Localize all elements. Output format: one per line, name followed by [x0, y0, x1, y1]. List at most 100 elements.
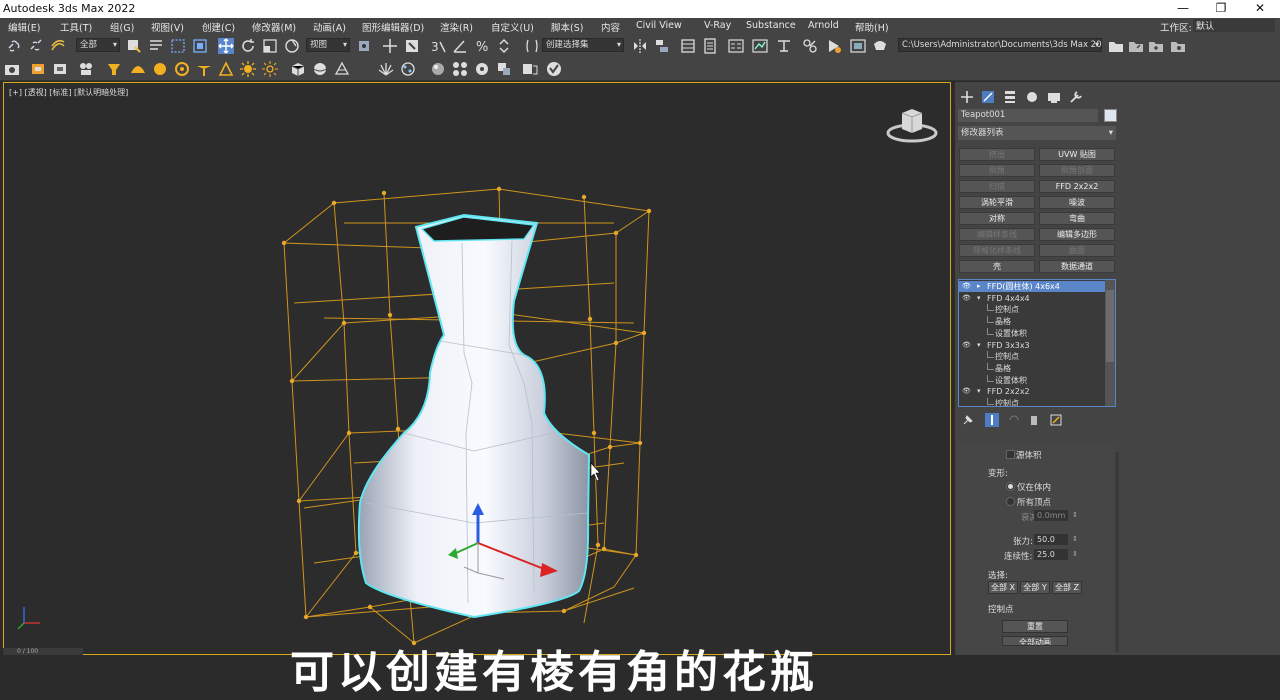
modifier-button[interactable]: 编辑多边形 [1039, 228, 1115, 241]
vray-icon[interactable] [546, 61, 562, 77]
pivot-center-icon[interactable] [356, 38, 372, 54]
material-sphere-icon[interactable] [430, 61, 446, 77]
visibility-eye-icon[interactable]: 👁 [962, 293, 971, 304]
vase-mesh[interactable] [357, 213, 591, 619]
toggle-ribbon-icon[interactable] [702, 38, 718, 54]
menu-views[interactable]: 视图(V) [151, 20, 184, 34]
project-open-icon[interactable] [1128, 38, 1144, 54]
container-icon[interactable] [30, 61, 46, 77]
modifier-button[interactable]: 噪波 [1039, 196, 1115, 209]
show-end-result-icon[interactable] [985, 413, 999, 427]
menu-rendering[interactable]: 渲染(R) [440, 20, 473, 34]
modifier-button[interactable]: 对称 [959, 212, 1035, 225]
material-editor-icon[interactable] [776, 38, 792, 54]
stack-subobject-row[interactable]: 设置体积 [959, 327, 1107, 339]
visibility-eye-icon[interactable]: 👁 [962, 281, 971, 292]
project-folder-dropdown[interactable]: C:\Users\Administrator\Documents\3ds Max… [898, 38, 1102, 52]
sun-light-icon[interactable] [240, 61, 256, 77]
modifier-button[interactable]: 规格化样条线 [959, 244, 1035, 257]
material-browser-icon[interactable] [452, 61, 468, 77]
all-y-button[interactable]: 全部 Y [1020, 581, 1050, 594]
create-tab-icon[interactable] [960, 90, 974, 104]
menu-graph-editors[interactable]: 图形编辑器(D) [362, 20, 424, 34]
visibility-eye-icon[interactable]: 👁 [962, 386, 971, 397]
modifier-button[interactable]: 挤出 [959, 148, 1035, 161]
stack-modifier-row[interactable]: 👁 ▾ FFD 2x2x2 [959, 386, 1107, 397]
menu-help[interactable]: 帮助(H) [855, 20, 889, 34]
curve-editor-icon[interactable] [728, 38, 744, 54]
visibility-eye-icon[interactable]: 👁 [962, 340, 971, 351]
all-x-button[interactable]: 全部 X [988, 581, 1018, 594]
continuity-spinner[interactable]: 25.0 [1034, 549, 1078, 560]
select-object-icon[interactable] [126, 38, 142, 54]
render-production-icon[interactable] [872, 38, 888, 54]
expand-arrow-icon[interactable]: ▾ [977, 386, 981, 397]
menu-modifiers[interactable]: 修改器(M) [252, 20, 296, 34]
all-z-button[interactable]: 全部 Z [1052, 581, 1082, 594]
menu-civil-view[interactable]: Civil View [636, 20, 682, 31]
project-new-icon[interactable] [1148, 38, 1164, 54]
modifier-button[interactable]: 曲面 [1039, 244, 1115, 257]
menu-scripting[interactable]: 脚本(S) [551, 20, 583, 34]
time-slider[interactable]: 0 / 100 [3, 648, 83, 655]
layer-explorer-icon[interactable] [680, 38, 696, 54]
modify-tab-icon[interactable] [981, 90, 995, 104]
named-selection-dropdown[interactable]: 创建选择集 [542, 38, 624, 52]
make-unique-icon[interactable] [1008, 414, 1020, 426]
falloff-spinner[interactable]: 0.0mm [1034, 510, 1078, 521]
menu-arnold[interactable]: Arnold [808, 20, 839, 31]
expand-arrow-icon[interactable]: ▾ [977, 293, 981, 304]
configure-modifier-sets-icon[interactable] [1050, 414, 1062, 426]
modifier-button[interactable]: 倒角剖面 [1039, 164, 1115, 177]
modifier-button[interactable]: 数据通道 [1039, 260, 1115, 273]
object-color-swatch[interactable] [1104, 109, 1117, 122]
edit-named-selection-icon[interactable] [524, 38, 540, 54]
daylight-icon[interactable] [262, 61, 278, 77]
sphere-primitive-icon[interactable] [312, 61, 328, 77]
modifier-stack[interactable]: 👁 ▸ FFD(圆柱体) 4x6x4 👁 ▾ FFD 4x4x4 控制点 晶格 设置体积 👁 ▾ FF… [958, 279, 1116, 407]
skylight-icon[interactable] [130, 61, 146, 77]
close-button[interactable]: ✕ [1245, 1, 1275, 15]
particle-icon[interactable] [400, 61, 416, 77]
directional-light-icon[interactable] [196, 61, 212, 77]
stack-subobject-row[interactable]: 设置体积 [959, 374, 1107, 386]
mirror-icon[interactable] [632, 38, 648, 54]
batch-render-icon[interactable] [522, 61, 538, 77]
render-environment-icon[interactable] [474, 61, 490, 77]
tension-spinner[interactable]: 50.0 [1034, 534, 1078, 545]
rendered-frame-window-icon[interactable] [850, 38, 866, 54]
placement-icon[interactable] [284, 38, 300, 54]
unlink-icon[interactable] [28, 38, 44, 54]
move-icon[interactable] [218, 38, 234, 54]
stack-scrollbar[interactable] [1105, 280, 1115, 406]
stack-subobject-row[interactable]: 晶格 [959, 316, 1107, 327]
stack-modifier-row[interactable]: 👁 ▸ FFD(圆柱体) 4x6x4 [959, 281, 1107, 292]
minimize-button[interactable]: — [1168, 1, 1198, 15]
modifier-button[interactable]: FFD 2x2x2 [1039, 180, 1115, 193]
modifier-button[interactable]: 弯曲 [1039, 212, 1115, 225]
selection-filter-dropdown[interactable]: 全部 [76, 38, 120, 52]
remove-modifier-icon[interactable] [1028, 414, 1040, 426]
expand-arrow-icon[interactable]: ▾ [977, 340, 981, 351]
modifier-button[interactable]: UVW 贴图 [1039, 148, 1115, 161]
window-crossing-icon[interactable] [192, 38, 208, 54]
select-manipulate-icon[interactable] [382, 38, 398, 54]
hierarchy-tab-icon[interactable] [1003, 90, 1017, 104]
align-icon[interactable] [654, 38, 670, 54]
all-vertices-radio[interactable] [1006, 497, 1015, 506]
link-icon[interactable] [6, 38, 22, 54]
menu-tools[interactable]: 工具(T) [60, 20, 92, 34]
omni-light-icon[interactable] [152, 61, 168, 77]
reference-coord-dropdown[interactable]: 视图 [306, 38, 350, 52]
stack-subobject-row[interactable]: 晶格 [959, 362, 1107, 374]
modifier-button[interactable]: 倒角 [959, 164, 1035, 177]
modifier-button[interactable]: 扫描 [959, 180, 1035, 193]
rotate-icon[interactable] [240, 38, 256, 54]
menu-content[interactable]: 内容 [601, 20, 620, 34]
workspace-dropdown[interactable]: 默认 [1193, 19, 1275, 32]
render-effects-icon[interactable] [496, 61, 512, 77]
reset-button[interactable]: 重置 [1002, 620, 1068, 633]
stack-modifier-row[interactable]: 👁 ▾ FFD 4x4x4 [959, 293, 1107, 304]
menu-customize[interactable]: 自定义(U) [491, 20, 534, 34]
populate-icon[interactable] [78, 61, 94, 77]
